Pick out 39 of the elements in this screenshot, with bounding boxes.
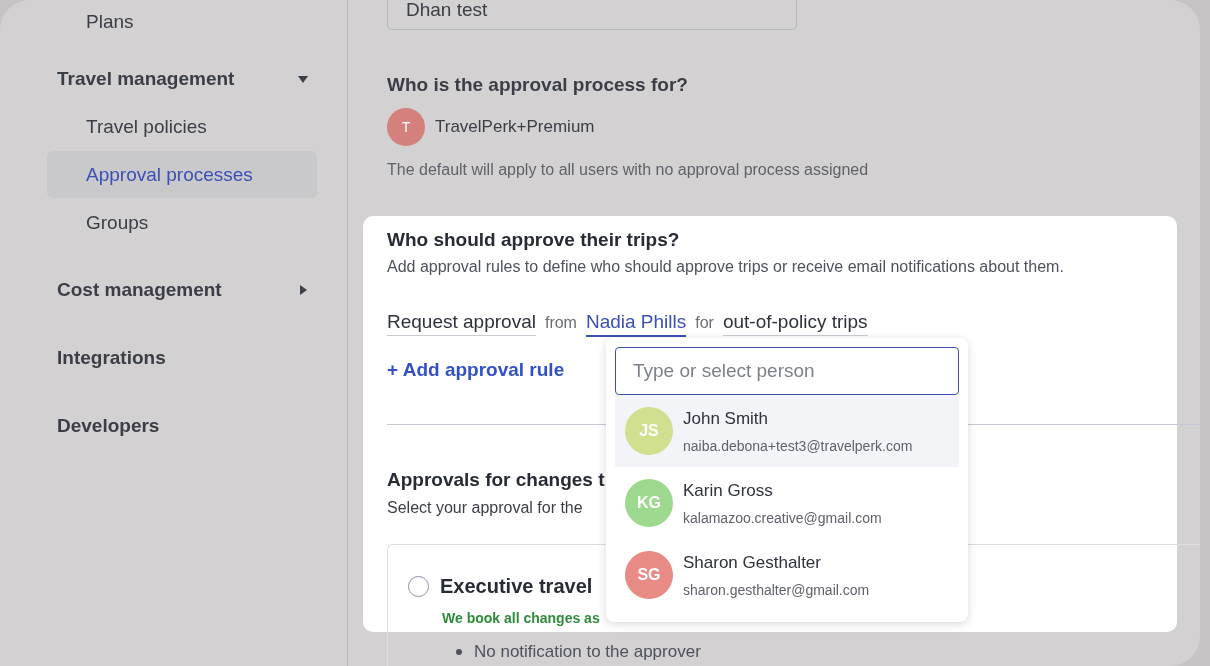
person-option[interactable]: JS John Smith naiba.debona+test3@travelperk.com — [615, 395, 959, 467]
option-tagline: We book all changes as — [442, 610, 600, 626]
section-title: Who is the approval process for? — [387, 74, 688, 96]
section-title: Approvals for changes t — [387, 469, 605, 491]
sidebar-group[interactable]: Travel management — [57, 55, 317, 103]
avatar: T — [387, 108, 425, 146]
person-name: Karin Gross — [683, 480, 774, 501]
person-name: Sharon Gesthalter — [683, 552, 822, 573]
section-title: Who should approve their trips? — [387, 229, 680, 251]
rule-select[interactable]: out-of-policy trips — [722, 311, 868, 336]
sidebar-group[interactable]: Cost management — [57, 266, 317, 314]
note-text: The default will apply to all users with no approval process assigned — [387, 161, 870, 179]
sidebar-item[interactable]: Approval processes — [47, 151, 317, 198]
avatar: JS — [625, 407, 673, 455]
avatar: SG — [625, 551, 673, 599]
person-email: naiba.debona+test3@travelperk.com — [683, 437, 913, 454]
rule-word: for — [695, 314, 714, 332]
sidebar-item[interactable]: Travel policies — [47, 103, 317, 150]
section-description: Add approval rules to define who should approve trips or receive email notifications about them. — [387, 258, 1064, 276]
person-option[interactable]: SG Sharon Gesthalter sharon.gesthalter@gmail.com — [615, 539, 959, 611]
add-rule-link[interactable]: + Add approval rule — [387, 359, 565, 381]
avatar: KG — [625, 479, 673, 527]
person-email: kalamazoo.creative@gmail.com — [683, 509, 882, 526]
option-detail: No notification to the approver — [474, 642, 701, 662]
name-field[interactable]: Dhan test — [387, 0, 797, 30]
member-name: TravelPerk+Premium — [435, 117, 595, 137]
person-option[interactable]: KG Karin Gross kalamazoo.creative@gmail.com — [615, 467, 959, 539]
rule-word: from — [544, 314, 577, 332]
person-email: sharon.gesthalter@gmail.com — [683, 581, 870, 598]
section-description: Select your approval for the — [387, 499, 583, 517]
person-search-field[interactable]: Type or select person — [615, 347, 959, 395]
sidebar-item[interactable]: Plans — [47, 9, 317, 35]
sidebar-group[interactable]: Integrations — [57, 334, 317, 382]
option-label: Executive travel — [440, 575, 593, 598]
rule-select[interactable]: Request approval — [387, 311, 536, 336]
sidebar-item[interactable]: Groups — [47, 199, 317, 246]
sidebar-group[interactable]: Developers — [57, 402, 317, 450]
person-name: John Smith — [683, 408, 770, 429]
bullet-icon — [456, 649, 462, 655]
